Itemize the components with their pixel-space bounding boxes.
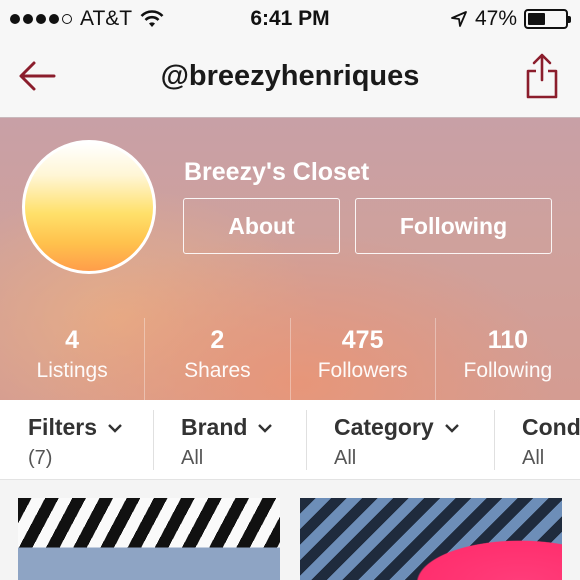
filter-category[interactable]: Category All: [334, 400, 460, 479]
filter-value: All: [334, 447, 357, 469]
filter-label: Cond: [522, 414, 580, 441]
filter-label: Brand: [181, 414, 273, 441]
closet-name: Breezy's Closet: [184, 158, 370, 186]
page-title: @breezyhenriques: [160, 60, 420, 92]
filter-value: All: [522, 447, 545, 469]
divider: [306, 410, 307, 470]
filter-name: Brand: [181, 414, 248, 440]
filter-value: (7): [28, 447, 53, 469]
stat-shares[interactable]: 2 Shares: [145, 318, 291, 400]
avatar[interactable]: [22, 140, 156, 274]
filter-label: Filters: [28, 414, 123, 441]
stats-bar: 4 Listings 2 Shares 475 Followers 110 Fo…: [0, 318, 580, 400]
nav-bar: @breezyhenriques: [0, 38, 580, 118]
following-button[interactable]: Following: [355, 198, 552, 254]
status-bar: AT&T 6:41 PM 47%: [0, 0, 580, 38]
stat-listings[interactable]: 4 Listings: [0, 318, 146, 400]
filter-brand[interactable]: Brand All: [181, 400, 273, 479]
about-button[interactable]: About: [183, 198, 340, 254]
filter-value: All: [181, 447, 204, 469]
chevron-down-icon: [108, 423, 122, 433]
stat-label: Followers: [317, 359, 408, 382]
filter-condition[interactable]: Cond All: [522, 400, 580, 479]
filter-bar: Filters (7) Brand All Category All Cond …: [0, 400, 580, 480]
stat-value: 110: [487, 326, 529, 354]
filter-name: Filters: [28, 414, 98, 440]
battery-icon: [524, 9, 571, 29]
stat-label: Shares: [184, 359, 251, 382]
filter-label: Category: [334, 414, 460, 441]
chevron-down-icon: [258, 423, 273, 433]
chevron-down-icon: [444, 423, 459, 433]
listings-grid: [0, 480, 580, 580]
listing-thumbnail[interactable]: [18, 498, 280, 580]
filter-name: Cond: [522, 414, 580, 440]
share-icon[interactable]: [524, 52, 560, 100]
divider: [494, 410, 495, 470]
stat-value: 475: [341, 326, 384, 354]
location-arrow-icon: [451, 11, 467, 27]
listing-thumbnail[interactable]: [300, 498, 562, 580]
battery-percent: 47%: [474, 7, 517, 30]
stat-value: 4: [65, 326, 80, 354]
status-right: 47%: [450, 7, 571, 31]
filter-name: Category: [334, 414, 434, 440]
stat-followers[interactable]: 475 Followers: [291, 318, 436, 400]
stat-label: Listings: [36, 359, 108, 382]
battery-level: [528, 13, 545, 25]
profile-header: Breezy's Closet About Following 4 Listin…: [0, 118, 580, 400]
stat-following[interactable]: 110 Following: [436, 318, 580, 400]
divider: [153, 410, 154, 470]
filter-filters[interactable]: Filters (7): [28, 400, 123, 479]
stat-label: Following: [463, 359, 553, 382]
stat-value: 2: [210, 326, 225, 354]
